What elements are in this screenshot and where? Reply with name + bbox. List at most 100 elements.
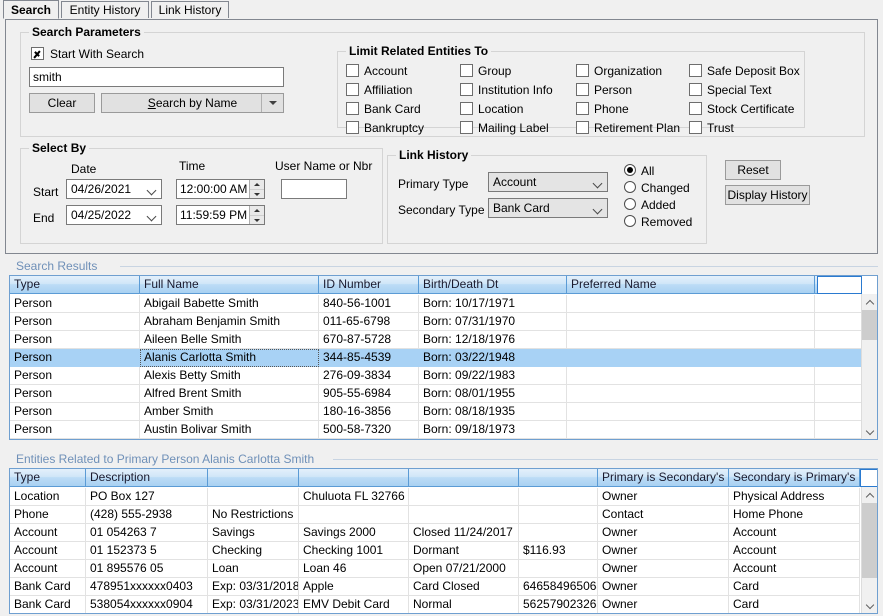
- clear-button-label: Clear: [47, 96, 77, 110]
- column-header-id-number[interactable]: ID Number: [319, 276, 419, 294]
- column-header-col6[interactable]: [519, 469, 598, 487]
- search-results-grid[interactable]: Type Full Name ID Number Birth/Death Dt …: [9, 275, 878, 440]
- column-header-secondary-is-primarys[interactable]: Secondary is Primary's: [729, 469, 860, 487]
- cell-full-name: Abigail Babette Smith: [140, 295, 319, 313]
- column-header-col3[interactable]: [208, 469, 299, 487]
- radio-added[interactable]: [624, 198, 636, 210]
- column-header-primary-is-secondarys[interactable]: Primary is Secondary's: [598, 469, 729, 487]
- scroll-down-arrow[interactable]: [862, 597, 877, 613]
- table-row-selected[interactable]: Person Alanis Carlotta Smith 344-85-4539…: [10, 349, 877, 367]
- column-header-col4[interactable]: [299, 469, 409, 487]
- display-history-button[interactable]: Display History: [725, 185, 810, 205]
- related-entities-scrollbar[interactable]: [861, 487, 877, 613]
- table-row[interactable]: Bank Card 478951xxxxxx0403 Exp: 03/31/20…: [10, 578, 877, 596]
- related-entities-grid[interactable]: Type Description Primary is Secondary's …: [9, 468, 878, 614]
- search-by-name-dropdown-arrow[interactable]: [261, 94, 283, 112]
- end-time-field[interactable]: 11:59:59 PM: [176, 205, 265, 225]
- checkbox-phone[interactable]: [576, 102, 589, 115]
- checkbox-mailing-label[interactable]: [460, 121, 473, 134]
- table-row[interactable]: Person Abraham Benjamin Smith 011-65-679…: [10, 313, 877, 331]
- table-row[interactable]: Bank Card 538054xxxxxx0904 Exp: 03/31/20…: [10, 596, 877, 613]
- table-row[interactable]: Location PO Box 127 Chuluota FL 32766 Ow…: [10, 488, 877, 506]
- radio-changed-label: Changed: [641, 181, 690, 195]
- table-row[interactable]: Person Amber Smith 180-16-3856 Born: 08/…: [10, 403, 877, 421]
- search-input[interactable]: smith: [29, 67, 284, 87]
- radio-all[interactable]: [624, 164, 636, 176]
- search-results-scrollbar[interactable]: [861, 294, 877, 439]
- table-row[interactable]: Account 01 895576 05 Loan Loan 46 Open 0…: [10, 560, 877, 578]
- table-row[interactable]: Person Abigail Babette Smith 840-56-1001…: [10, 295, 877, 313]
- column-header-blank[interactable]: [860, 469, 877, 487]
- checkbox-person[interactable]: [576, 83, 589, 96]
- user-name-or-nbr-input[interactable]: [281, 179, 347, 199]
- checkbox-organization[interactable]: [576, 64, 589, 77]
- reset-button[interactable]: Reset: [725, 160, 781, 180]
- checkbox-institution-info[interactable]: [460, 83, 473, 96]
- checkbox-group[interactable]: [460, 64, 473, 77]
- end-date-picker[interactable]: 04/25/2022: [66, 205, 162, 225]
- checkbox-bankruptcy[interactable]: [346, 121, 359, 134]
- checkbox-stock-certificate[interactable]: [689, 102, 702, 115]
- table-row[interactable]: Person Austin Bolivar Smith 500-58-7320 …: [10, 421, 877, 439]
- table-row[interactable]: Person Alexis Betty Smith 276-09-3834 Bo…: [10, 367, 877, 385]
- limit-related-entities-group: Limit Related Entities To Account Affili…: [337, 44, 805, 135]
- column-header-type[interactable]: Type: [10, 276, 140, 294]
- cell-col4: Apple: [299, 578, 409, 596]
- cell-col4: Chuluota FL 32766: [299, 488, 409, 506]
- checkbox-safe-deposit-box[interactable]: [689, 64, 702, 77]
- primary-type-select[interactable]: Account: [488, 172, 608, 192]
- clear-button[interactable]: Clear: [29, 93, 95, 113]
- column-header-col5[interactable]: [409, 469, 519, 487]
- start-date-picker[interactable]: 04/26/2021: [66, 179, 162, 199]
- select-by-group: Select By Date Time User Name or Nbr Sta…: [20, 141, 383, 244]
- column-header-blank[interactable]: [817, 276, 862, 294]
- cell-birth-death: Born: 08/18/1935: [419, 403, 567, 421]
- cell-preferred: [567, 385, 815, 403]
- scroll-up-arrow[interactable]: [862, 487, 877, 503]
- search-by-name-button[interactable]: Search by Name: [101, 93, 284, 113]
- checkbox-account[interactable]: [346, 64, 359, 77]
- end-time-spinner[interactable]: [249, 206, 264, 224]
- scroll-up-arrow[interactable]: [862, 294, 877, 310]
- search-parameters-legend: Search Parameters: [29, 25, 144, 39]
- column-header-type[interactable]: Type: [10, 469, 86, 487]
- tab-search[interactable]: Search: [3, 0, 59, 19]
- table-row[interactable]: Phone (428) 555-2938 No Restrictions Con…: [10, 506, 877, 524]
- spinner-up-icon[interactable]: [250, 206, 264, 215]
- scrollbar-thumb[interactable]: [862, 503, 877, 578]
- checkbox-trust[interactable]: [689, 121, 702, 134]
- table-row[interactable]: Account 01 054263 7 Savings Savings 2000…: [10, 524, 877, 542]
- spinner-up-icon[interactable]: [250, 180, 264, 189]
- column-header-description[interactable]: Description: [86, 469, 208, 487]
- checkbox-affiliation[interactable]: [346, 83, 359, 96]
- checkbox-retirement-plan[interactable]: [576, 121, 589, 134]
- spinner-down-icon[interactable]: [250, 189, 264, 198]
- spinner-down-icon[interactable]: [250, 215, 264, 224]
- scrollbar-thumb[interactable]: [862, 310, 877, 340]
- secondary-type-select[interactable]: Bank Card: [488, 198, 608, 218]
- scroll-down-arrow[interactable]: [862, 423, 877, 439]
- tab-entity-history[interactable]: Entity History: [61, 1, 149, 18]
- related-entities-caption-rule: [333, 459, 878, 460]
- column-header-birth-death-dt[interactable]: Birth/Death Dt: [419, 276, 567, 294]
- start-with-search-checkbox[interactable]: [31, 47, 44, 60]
- column-header-preferred-name[interactable]: Preferred Name: [567, 276, 815, 294]
- start-time-field[interactable]: 12:00:00 AM: [176, 179, 265, 199]
- checkbox-special-text[interactable]: [689, 83, 702, 96]
- column-header-full-name[interactable]: Full Name: [140, 276, 319, 294]
- table-row[interactable]: Person Aileen Belle Smith 670-87-5728 Bo…: [10, 331, 877, 349]
- tab-link-history[interactable]: Link History: [151, 1, 229, 18]
- checkbox-location[interactable]: [460, 102, 473, 115]
- cell-primary-is-secondarys: Owner: [598, 596, 729, 613]
- radio-removed[interactable]: [624, 215, 636, 227]
- table-row[interactable]: Person Alfred Brent Smith 905-55-6984 Bo…: [10, 385, 877, 403]
- radio-changed[interactable]: [624, 181, 636, 193]
- radio-all-label: All: [641, 164, 655, 178]
- date-column-header: Date: [71, 162, 97, 176]
- start-time-value: 12:00:00 AM: [180, 182, 248, 196]
- start-time-spinner[interactable]: [249, 180, 264, 198]
- table-row[interactable]: Account 01 152373 5 Checking Checking 10…: [10, 542, 877, 560]
- limit-related-entities-legend: Limit Related Entities To: [346, 44, 492, 58]
- checkbox-bank-card[interactable]: [346, 102, 359, 115]
- cell-col6: $116.93: [519, 542, 598, 560]
